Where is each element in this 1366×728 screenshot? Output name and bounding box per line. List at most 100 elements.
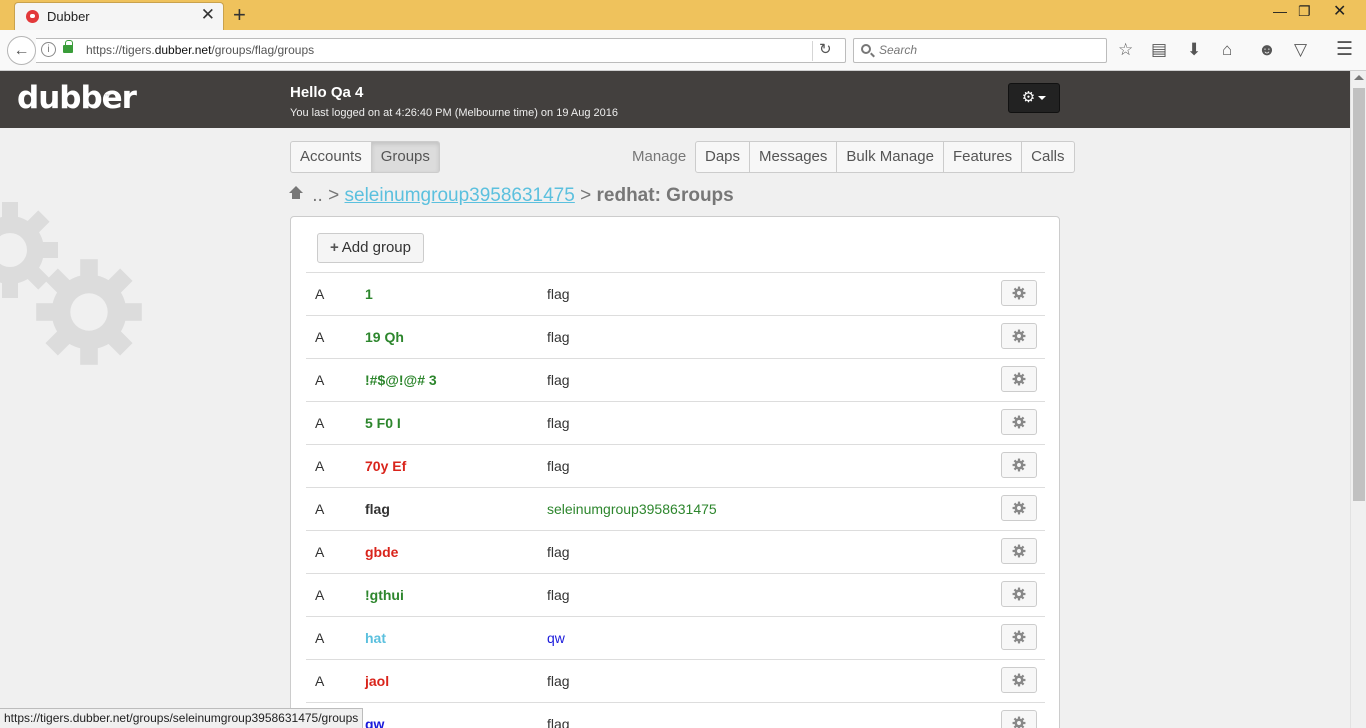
row-settings-button[interactable] [1001, 538, 1037, 564]
reload-icon[interactable]: ↻ [819, 40, 832, 58]
breadcrumb: .. > seleinumgroup3958631475 > redhat: G… [289, 185, 734, 207]
bookmark-star-icon[interactable]: ☆ [1118, 40, 1133, 60]
url-text[interactable]: https://tigers.dubber.net/groups/flag/gr… [86, 43, 314, 57]
row-settings-button[interactable] [1001, 667, 1037, 693]
browser-tab[interactable]: Dubber ✕ [14, 2, 224, 30]
group-parent-link[interactable]: flag [547, 544, 570, 560]
group-name-link[interactable]: hat [365, 630, 386, 646]
group-parent-link[interactable]: flag [547, 372, 570, 388]
settings-dropdown-button[interactable]: ⚙ [1008, 83, 1060, 113]
group-parent-link[interactable]: flag [547, 415, 570, 431]
window-close-icon[interactable]: ✕ [1333, 1, 1346, 21]
plus-icon: + [330, 239, 339, 256]
group-type-letter: A [315, 458, 325, 474]
group-parent-link[interactable]: flag [547, 458, 570, 474]
search-placeholder: Search [879, 43, 918, 57]
group-name-link[interactable]: jaol [365, 673, 389, 689]
tab-close-icon[interactable]: ✕ [201, 6, 215, 24]
tab-title: Dubber [47, 9, 90, 24]
group-type-letter: A [315, 286, 325, 302]
group-name-link[interactable]: !gthui [365, 587, 404, 603]
download-icon[interactable]: ⬇ [1187, 40, 1201, 60]
tab-calls[interactable]: Calls [1022, 141, 1075, 173]
manage-label: Manage [632, 148, 687, 165]
tab-features[interactable]: Features [943, 141, 1023, 173]
status-bar: https://tigers.dubber.net/groups/seleinu… [0, 708, 364, 728]
group-type-letter: A [315, 673, 325, 689]
group-row: A 19 Qh flag [306, 315, 1045, 358]
restore-icon[interactable]: ❐ [1298, 3, 1311, 20]
group-parent-link[interactable]: qw [547, 630, 565, 646]
minimize-icon[interactable]: — [1273, 3, 1287, 19]
group-name-link[interactable]: qw [365, 716, 384, 728]
group-row: Ahat qw [306, 616, 1045, 659]
add-group-button[interactable]: + Add group [317, 233, 424, 263]
gear-icon [1012, 630, 1026, 648]
group-name-link[interactable]: 70y Ef [365, 458, 406, 474]
row-settings-button[interactable] [1001, 710, 1037, 728]
pocket-icon[interactable]: ▽ [1294, 40, 1307, 60]
breadcrumb-parent-link[interactable]: seleinumgroup3958631475 [345, 185, 575, 206]
tab-messages[interactable]: Messages [750, 141, 838, 173]
dubber-favicon-icon [26, 10, 39, 23]
search-icon [861, 44, 871, 54]
scroll-up-arrow-icon[interactable] [1354, 75, 1364, 80]
group-parent-link[interactable]: flag [547, 329, 570, 345]
tab-groups[interactable]: Groups [371, 141, 440, 173]
group-parent-link[interactable]: flag [547, 587, 570, 603]
back-arrow-icon[interactable]: ← [7, 36, 36, 65]
group-name-link[interactable]: 5 F0 I [365, 415, 401, 431]
row-settings-button[interactable] [1001, 581, 1037, 607]
group-name-link[interactable]: 19 Qh [365, 329, 404, 345]
gear-icon [1012, 544, 1026, 562]
group-name-link[interactable]: !#$@!@# 3 [365, 372, 437, 388]
scrollbar-thumb[interactable] [1353, 88, 1365, 501]
tab-accounts[interactable]: Accounts [290, 141, 372, 173]
group-row: Agbde flag [306, 530, 1045, 573]
add-group-label: Add group [341, 239, 411, 256]
tab-bulk-manage[interactable]: Bulk Manage [837, 141, 944, 173]
gear-icon [1012, 329, 1026, 347]
row-settings-button[interactable] [1001, 280, 1037, 306]
caret-down-icon [1038, 96, 1047, 101]
last-login-text: You last logged on at 4:26:40 PM (Melbou… [290, 107, 618, 119]
gear-icon [1012, 716, 1026, 728]
group-name-link[interactable]: flag [365, 501, 390, 517]
address-bar[interactable]: i https://tigers.dubber.net/groups/flag/… [36, 38, 846, 63]
row-settings-button[interactable] [1001, 452, 1037, 478]
row-settings-button[interactable] [1001, 323, 1037, 349]
page-scrollbar[interactable] [1350, 71, 1366, 728]
background-gear-icon [36, 259, 142, 365]
home-icon[interactable] [289, 186, 303, 200]
home-icon[interactable]: ⌂ [1222, 40, 1232, 60]
hello-icon[interactable]: ☻ [1258, 40, 1276, 60]
dubber-logo[interactable]: dubber [17, 80, 137, 116]
group-row: Aflag seleinumgroup3958631475 [306, 487, 1045, 530]
site-info-icon[interactable]: i [41, 42, 56, 57]
row-settings-button[interactable] [1001, 409, 1037, 435]
breadcrumb-current: redhat: Groups [596, 185, 734, 206]
browser-titlebar: Dubber ✕ + — ❐ ✕ [0, 0, 1366, 30]
group-name-link[interactable]: 1 [365, 286, 373, 302]
menu-icon[interactable]: ☰ [1336, 40, 1353, 60]
greeting: Hello Qa 4 [290, 84, 364, 101]
new-tab-icon[interactable]: + [233, 3, 246, 27]
app-header: dubber ™ Hello Qa 4 You last logged on a… [0, 71, 1350, 128]
row-settings-button[interactable] [1001, 366, 1037, 392]
row-settings-button[interactable] [1001, 495, 1037, 521]
breadcrumb-up[interactable]: .. [312, 185, 323, 206]
group-name-link[interactable]: gbde [365, 544, 398, 560]
tab-daps[interactable]: Daps [695, 141, 751, 173]
search-input[interactable]: Search [853, 38, 1107, 63]
lock-icon [63, 40, 73, 53]
group-type-letter: A [315, 329, 325, 345]
group-parent-link[interactable]: flag [547, 286, 570, 302]
reading-list-icon[interactable]: ▤ [1151, 40, 1167, 60]
manage-tabs: Daps Messages Bulk Manage Features Calls [695, 141, 1075, 173]
row-settings-button[interactable] [1001, 624, 1037, 650]
browser-navbar: ← i https://tigers.dubber.net/groups/fla… [0, 30, 1366, 71]
group-parent-link[interactable]: flag [547, 673, 570, 689]
group-parent-link[interactable]: seleinumgroup3958631475 [547, 501, 717, 517]
group-row: A 1 flag [306, 272, 1045, 315]
group-parent-link[interactable]: flag [547, 716, 570, 728]
